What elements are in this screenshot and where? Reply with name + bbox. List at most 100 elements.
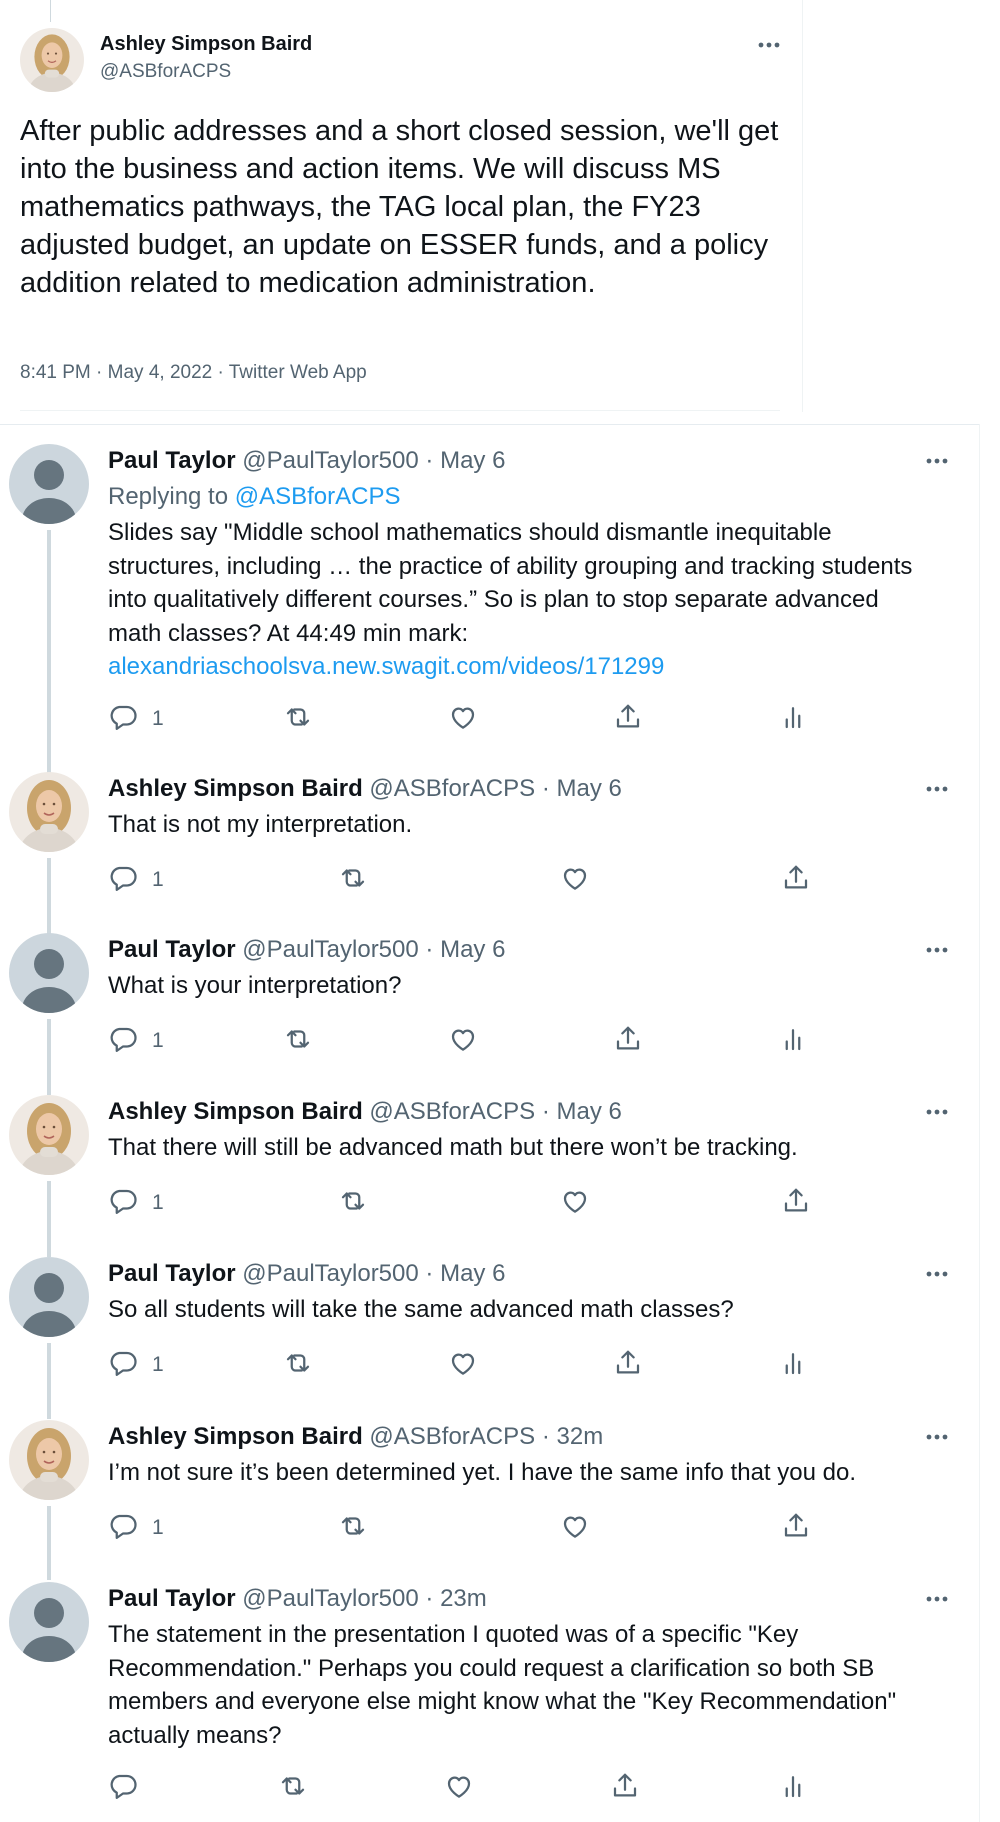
retweet-button[interactable] <box>338 863 368 897</box>
author-name[interactable]: Ashley Simpson Baird <box>100 33 312 56</box>
avatar[interactable] <box>9 933 89 1013</box>
reply-icon <box>108 863 138 898</box>
avatar[interactable] <box>9 1582 89 1662</box>
tweet-actions <box>108 1771 828 1805</box>
share-button[interactable] <box>613 702 643 736</box>
author-name[interactable]: Paul Taylor <box>108 936 236 963</box>
tweet-actions: 1 <box>108 1024 828 1058</box>
share-button[interactable] <box>613 1024 643 1058</box>
avatar[interactable] <box>20 28 84 92</box>
avatar[interactable] <box>9 444 89 524</box>
timestamp[interactable]: 23m <box>440 1585 487 1612</box>
reply-icon <box>108 1511 138 1546</box>
author-handle[interactable]: @PaulTaylor500 <box>242 1585 418 1612</box>
author-name[interactable]: Ashley Simpson Baird <box>108 1098 363 1125</box>
reply-count: 1 <box>152 868 164 891</box>
share-button[interactable] <box>781 1186 811 1220</box>
analytics-button[interactable] <box>778 1771 808 1805</box>
reply-button[interactable]: 1 <box>108 863 164 897</box>
like-button[interactable] <box>560 1186 590 1220</box>
share-button[interactable] <box>781 1511 811 1545</box>
reply-button[interactable]: 1 <box>108 1511 164 1545</box>
like-button[interactable] <box>444 1771 474 1805</box>
video-link[interactable]: alexandriaschoolsva.new.swagit.com/video… <box>108 653 664 680</box>
reply-tweet[interactable]: Paul Taylor @PaulTaylor500 · May 6 Reply… <box>0 444 980 776</box>
author-handle[interactable]: @ASBforACPS <box>100 61 231 83</box>
retweet-button[interactable] <box>283 1024 313 1058</box>
reply-button[interactable]: 1 <box>108 702 164 736</box>
main-tweet[interactable]: Ashley Simpson Baird @ASBforACPS After p… <box>0 0 803 412</box>
timestamp[interactable]: May 6 <box>557 1098 622 1125</box>
reply-button[interactable]: 1 <box>108 1348 164 1382</box>
retweet-icon <box>283 1348 313 1383</box>
retweet-button[interactable] <box>338 1511 368 1545</box>
author-name[interactable]: Paul Taylor <box>108 1260 236 1287</box>
retweet-button[interactable] <box>338 1186 368 1220</box>
reply-tweet[interactable]: Paul Taylor @PaulTaylor500 · May 6 So al… <box>0 1257 980 1419</box>
analytics-button[interactable] <box>778 1348 808 1382</box>
author-name[interactable]: Paul Taylor <box>108 447 236 474</box>
like-button[interactable] <box>448 1024 478 1058</box>
retweet-button[interactable] <box>283 702 313 736</box>
divider <box>0 424 980 425</box>
timestamp[interactable]: May 6 <box>440 1260 505 1287</box>
author-handle[interactable]: @ASBforACPS <box>369 1423 535 1450</box>
more-icon[interactable] <box>922 778 952 800</box>
like-icon <box>560 1186 590 1221</box>
author-handle[interactable]: @PaulTaylor500 <box>242 1260 418 1287</box>
retweet-icon <box>283 1024 313 1059</box>
tweet-actions: 1 <box>108 702 828 736</box>
more-icon[interactable] <box>922 1588 952 1610</box>
like-icon <box>444 1771 474 1806</box>
tweet-text: Slides say "Middle school mathematics sh… <box>108 516 938 684</box>
author-name[interactable]: Paul Taylor <box>108 1585 236 1612</box>
like-button[interactable] <box>560 863 590 897</box>
replying-handle-link[interactable]: @ASBforACPS <box>235 483 401 510</box>
avatar[interactable] <box>9 1420 89 1500</box>
like-button[interactable] <box>448 1348 478 1382</box>
reply-tweet[interactable]: Paul Taylor @PaulTaylor500 · 23m The sta… <box>0 1582 980 1822</box>
separator-dot: · <box>425 936 434 963</box>
reply-tweet[interactable]: Ashley Simpson Baird @ASBforACPS · 32m I… <box>0 1420 980 1580</box>
more-icon[interactable] <box>922 939 952 961</box>
share-button[interactable] <box>781 863 811 897</box>
reply-tweet[interactable]: Ashley Simpson Baird @ASBforACPS · May 6… <box>0 1095 980 1257</box>
author-handle[interactable]: @PaulTaylor500 <box>242 447 418 474</box>
author-handle[interactable]: @PaulTaylor500 <box>242 936 418 963</box>
reply-tweet[interactable]: Ashley Simpson Baird @ASBforACPS · May 6… <box>0 772 980 934</box>
timestamp[interactable]: 32m <box>557 1423 604 1450</box>
like-button[interactable] <box>560 1511 590 1545</box>
tweet-meta[interactable]: 8:41 PM · May 4, 2022 · Twitter Web App <box>20 362 367 384</box>
avatar[interactable] <box>9 772 89 852</box>
author-handle[interactable]: @ASBforACPS <box>369 1098 535 1125</box>
avatar[interactable] <box>9 1095 89 1175</box>
timestamp[interactable]: May 6 <box>557 775 622 802</box>
reply-button[interactable]: 1 <box>108 1024 164 1058</box>
like-button[interactable] <box>448 702 478 736</box>
author-name[interactable]: Ashley Simpson Baird <box>108 1423 363 1450</box>
share-button[interactable] <box>613 1348 643 1382</box>
share-button[interactable] <box>610 1771 640 1805</box>
retweet-button[interactable] <box>278 1771 308 1805</box>
tweet-text: What is your interpretation? <box>108 972 402 999</box>
reply-button[interactable] <box>108 1771 138 1805</box>
analytics-button[interactable] <box>778 702 808 736</box>
more-icon[interactable] <box>922 1101 952 1123</box>
retweet-button[interactable] <box>283 1348 313 1382</box>
more-icon[interactable] <box>754 32 784 58</box>
retweet-icon <box>338 1511 368 1546</box>
author-name[interactable]: Ashley Simpson Baird <box>108 775 363 802</box>
more-icon[interactable] <box>922 1426 952 1448</box>
more-icon[interactable] <box>922 450 952 472</box>
share-icon <box>613 702 643 737</box>
timestamp[interactable]: May 6 <box>440 936 505 963</box>
analytics-button[interactable] <box>778 1024 808 1058</box>
more-icon[interactable] <box>922 1263 952 1285</box>
tweet-actions: 1 <box>108 1511 828 1545</box>
avatar[interactable] <box>9 1257 89 1337</box>
reply-tweet[interactable]: Paul Taylor @PaulTaylor500 · May 6 What … <box>0 933 980 1095</box>
author-handle[interactable]: @ASBforACPS <box>369 775 535 802</box>
timestamp[interactable]: May 6 <box>440 447 505 474</box>
analytics-icon <box>778 1024 808 1059</box>
reply-button[interactable]: 1 <box>108 1186 164 1220</box>
